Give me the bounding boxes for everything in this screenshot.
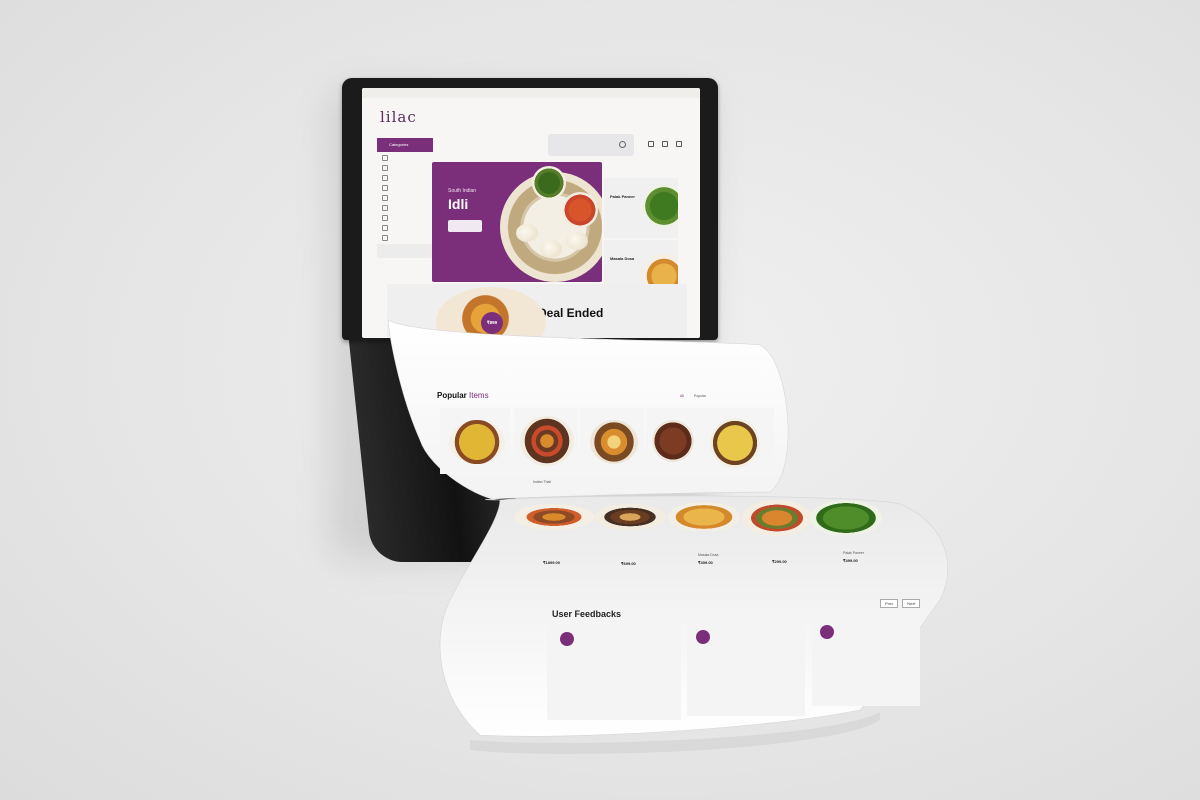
popular-title-main: Popular — [437, 391, 467, 400]
product-price: ₹1899.00 — [543, 560, 561, 565]
filter-tab[interactable]: Popular — [694, 394, 706, 398]
product-price: ₹499.00 — [698, 560, 713, 565]
filter-tab[interactable]: All — [680, 394, 684, 398]
product-price: ₹699.00 — [621, 561, 636, 566]
paper-content: Popular Items All Popular Indian Thali ₹… — [0, 0, 1200, 800]
masala-dosa-image — [668, 502, 740, 532]
reviewer-avatar — [560, 632, 574, 646]
product-price: ₹299.00 — [772, 559, 787, 564]
poha-image — [710, 418, 760, 468]
prev-button[interactable]: Prev — [880, 599, 899, 608]
user-feedbacks-title: User Feedbacks — [552, 609, 622, 619]
upma-image — [449, 420, 505, 464]
kebab-image — [652, 420, 694, 462]
popular-items-title: Popular Items — [437, 391, 489, 400]
thali-image — [514, 504, 594, 530]
next-button[interactable]: Next — [902, 599, 921, 608]
product-price: ₹499.00 — [843, 558, 858, 563]
product-name: Indian Thali — [533, 480, 552, 484]
popular-filters: All Popular — [680, 394, 726, 398]
reviewer-avatar — [696, 630, 710, 644]
thali-image — [520, 416, 574, 466]
thali-image — [590, 420, 638, 464]
product-name: Masala Dosa — [698, 553, 719, 557]
product-name: Palak Paneer — [843, 551, 865, 555]
popular-title-accent: Items — [469, 391, 489, 400]
feedback-pager: Prev Next — [880, 599, 921, 608]
reviewer-avatar — [820, 625, 834, 639]
thali-image — [594, 504, 666, 530]
samosa-image — [742, 500, 812, 536]
palak-paneer-image — [810, 500, 882, 536]
